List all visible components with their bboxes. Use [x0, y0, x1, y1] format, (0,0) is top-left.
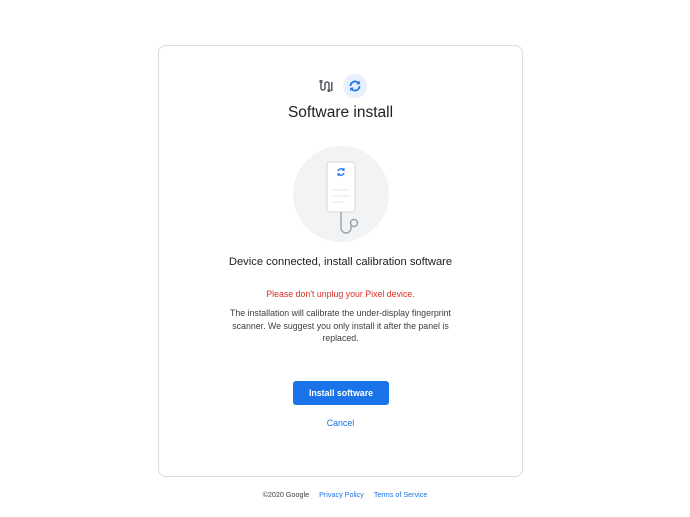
phone-connected-illustration	[293, 146, 389, 242]
privacy-policy-link[interactable]: Privacy Policy	[319, 490, 364, 499]
install-software-button[interactable]: Install software	[293, 381, 389, 405]
copyright-text: ©2020 Google	[262, 490, 310, 499]
description-text: The installation will calibrate the unde…	[229, 308, 451, 343]
software-install-card: Software install Device connected, insta…	[158, 45, 523, 477]
page-title: Software install	[287, 104, 394, 121]
step-indicator	[159, 73, 522, 99]
warning-text: Please don't unplug your Pixel device.	[266, 289, 415, 299]
status-heading: Device connected, install calibration so…	[228, 256, 453, 268]
terms-of-service-link[interactable]: Terms of Service	[374, 490, 428, 499]
cancel-button[interactable]: Cancel	[159, 418, 522, 428]
sync-icon	[342, 74, 367, 98]
footer: ©2020 Google Privacy Policy Terms of Ser…	[0, 490, 690, 499]
cable-connect-icon	[315, 74, 339, 98]
